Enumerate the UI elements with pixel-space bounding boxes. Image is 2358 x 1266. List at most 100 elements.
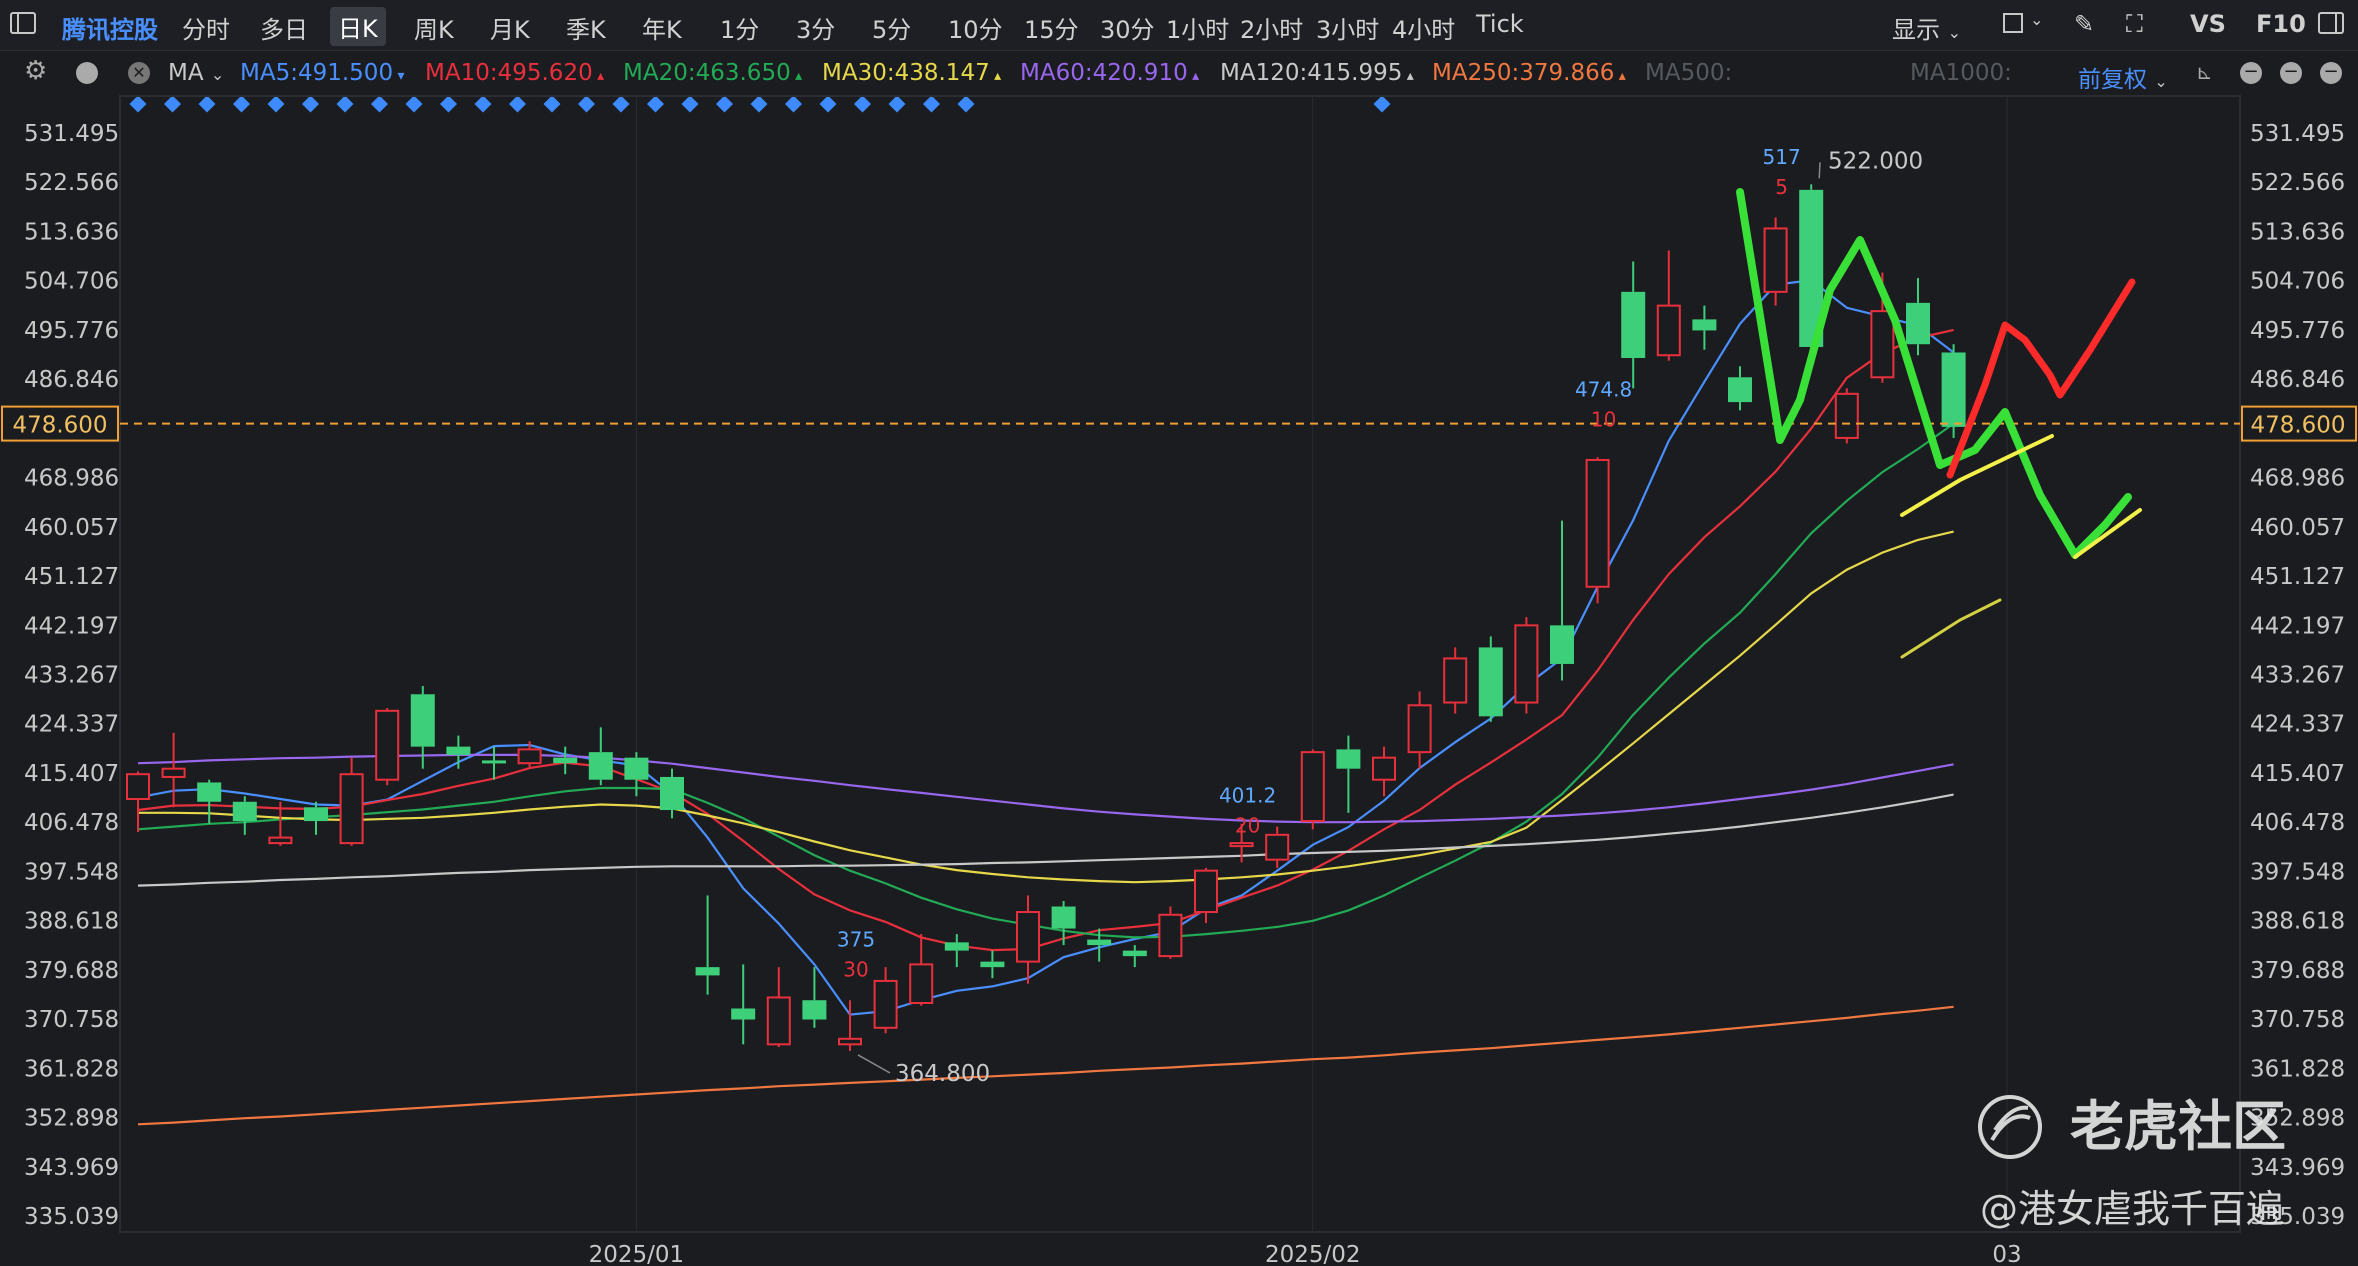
candlestick-chart[interactable]: 531.495 522.566 513.636 504.706 495.776 486.8… [0,0,2358,1266]
candle-body-49 [1870,310,1895,379]
annotation-count-1: 10 [1591,408,1616,432]
candle-body-15 [660,776,684,811]
candle-body-4 [268,836,293,845]
candle-2 [197,779,222,824]
signal-diamond-21 [854,95,871,113]
signal-diamond-15 [647,95,664,113]
candle-body-2 [197,782,222,802]
y-tick-right-3: 504.706 [2250,269,2345,295]
candle-38 [1478,636,1503,722]
chart-grid [119,95,2241,1233]
low-leader-line [857,1054,891,1074]
signal-diamond-12 [543,95,561,113]
candle-body-48 [1834,392,1859,439]
y-tick-right-19: 361.828 [2250,1056,2345,1082]
candle-22 [909,934,934,1006]
signal-markers [129,95,1391,113]
candle-body-31 [1229,842,1254,848]
candle-body-43 [1656,304,1681,357]
signal-diamond-16 [681,95,699,113]
signal-diamond-13 [578,95,595,113]
candle-body-9 [446,746,471,755]
y-tick-left-8: 460.057 [24,515,119,541]
signal-diamond-3 [233,95,250,113]
signal-diamond-2 [198,95,216,113]
moving-average-lines [137,279,1955,1126]
y-tick-right-15: 397.548 [2250,859,2345,885]
candle-37 [1443,647,1468,714]
candle-body-34 [1336,749,1361,769]
x-tick-label-0: 2025/01 [589,1242,685,1266]
candle-24 [980,950,1005,979]
signal-diamond-25 [1373,95,1391,113]
candle-body-38 [1478,647,1503,717]
candle-25 [1016,895,1040,984]
candle-29 [1158,906,1183,959]
y-tick-right-17: 379.688 [2250,958,2345,984]
candle-1 [161,732,186,808]
candle-body-29 [1158,913,1183,958]
candle-body-39 [1514,624,1539,704]
x-tick-label-1: 2025/02 [1265,1242,1361,1266]
chart-annotations: 517 5 474.8 10 401.2 20 375 30 522.000 364.800 [837,145,1923,1087]
annotation-price-2: 401.2 [1219,783,1276,807]
annotation-count-2: 20 [1235,813,1260,837]
y-tick-left-13: 415.407 [24,761,119,787]
y-tick-left-22: 335.039 [24,1204,119,1230]
tiger-logo-icon [1978,1095,2042,1159]
candle-28 [1122,945,1147,968]
candle-body-11 [517,748,542,765]
signal-diamond-14 [612,95,630,113]
y-tick-right-2: 513.636 [2250,219,2345,245]
y-tick-right-13: 415.407 [2250,761,2345,787]
candle-body-21 [873,979,898,1029]
annotation-price-3: 375 [837,928,875,952]
signal-diamond-4 [267,95,285,113]
candle-body-32 [1265,833,1290,861]
y-tick-left-9: 451.127 [24,564,119,590]
candle-40 [1550,520,1574,681]
drawn-yellow-extension [1900,598,2002,659]
signal-diamond-8 [405,95,423,113]
candle-body-26 [1051,906,1076,929]
candle-3 [232,796,257,835]
signal-diamond-18 [750,95,768,113]
candle-body-45 [1728,377,1752,403]
y-tick-right-18: 370.758 [2250,1007,2345,1033]
current-price-label-left: 478.600 [12,413,107,439]
annotation-price-0: 517 [1763,145,1801,169]
candle-12 [553,746,578,775]
signal-diamond-6 [336,95,354,113]
annotation-count-0: 5 [1775,175,1788,199]
y-tick-right-14: 406.478 [2250,810,2345,836]
candle-body-5 [304,807,328,822]
candle-42 [1621,261,1646,389]
y-tick-left-21: 343.969 [24,1155,119,1181]
annotation-price-1: 474.8 [1575,378,1632,402]
candle-body-30 [1194,869,1218,914]
y-tick-left-3: 504.706 [24,269,119,295]
candle-body-50 [1906,302,1930,345]
candle-body-41 [1585,458,1610,588]
candle-body-35 [1372,756,1396,781]
y-tick-left-11: 433.267 [24,663,119,689]
candle-14 [624,752,649,797]
signal-diamond-10 [474,95,492,113]
y-tick-left-15: 397.548 [24,859,119,885]
y-tick-left-17: 379.688 [24,958,119,984]
annotation-count-3: 30 [843,958,868,982]
candle-body-7 [375,709,400,781]
candle-body-36 [1407,704,1432,754]
candle-21 [873,967,898,1034]
drawn-green-line [1736,188,2132,559]
signal-diamond-9 [440,95,457,113]
signal-diamond-23 [923,95,940,113]
candle-34 [1336,735,1361,813]
watermark-brand: 老虎社区 [2070,1095,2286,1158]
candle-6 [339,757,364,846]
candle-16 [695,895,720,995]
signal-diamond-17 [716,95,733,113]
candle-body-10 [482,760,506,764]
candle-body-46 [1763,227,1788,293]
candle-body-1 [161,767,186,778]
